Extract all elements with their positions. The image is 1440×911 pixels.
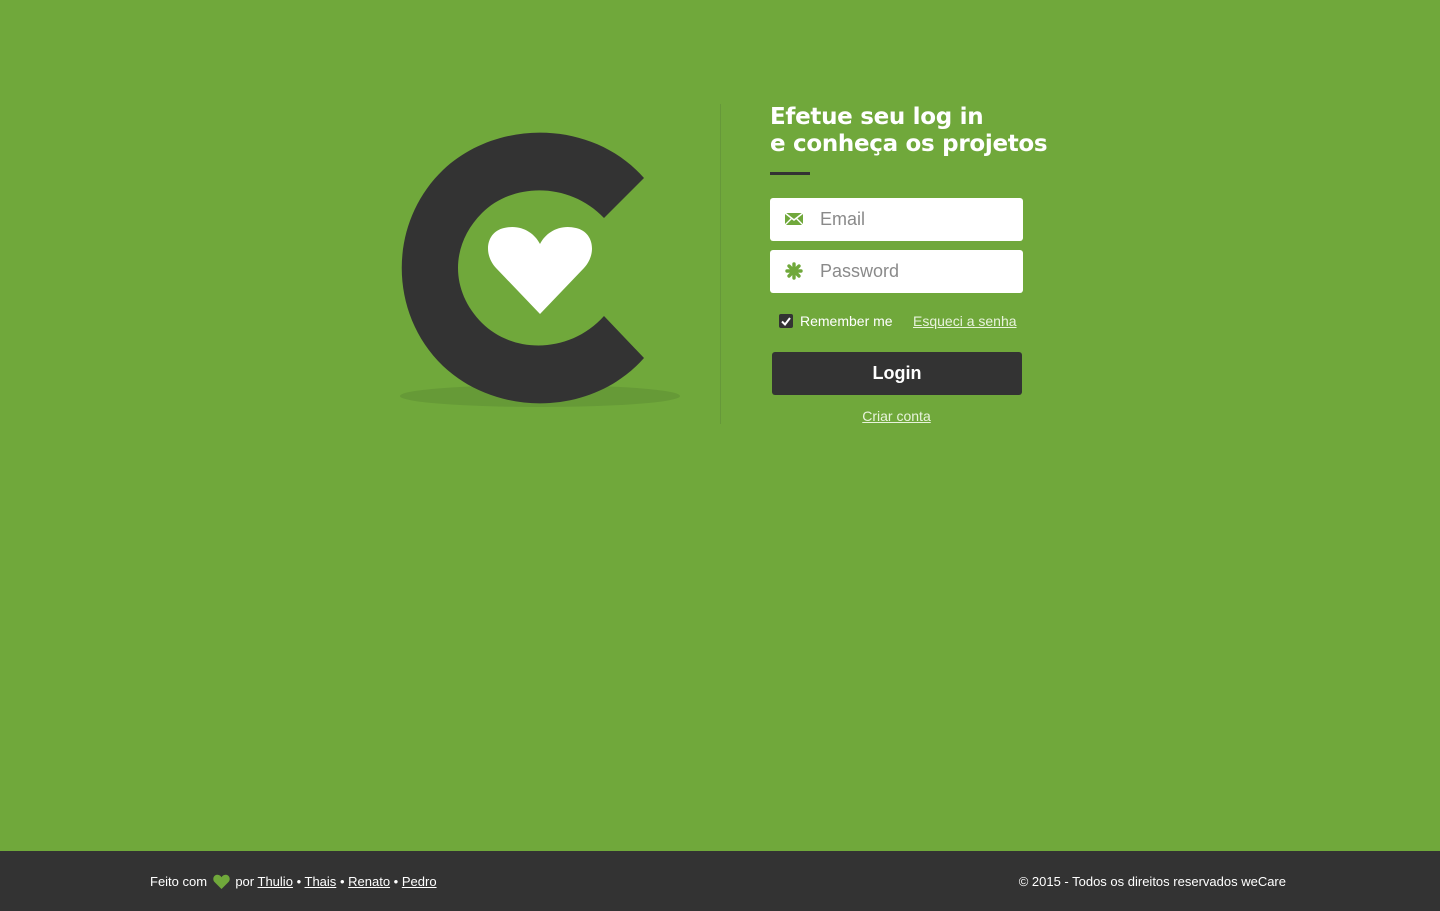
footer-separator: • — [296, 874, 302, 889]
author-link[interactable]: Thulio — [258, 874, 293, 889]
footer-by: por — [235, 874, 255, 889]
login-form: Efetue seu log in e conheça os projetos — [770, 104, 1048, 424]
envelope-icon — [784, 212, 804, 226]
footer-credits: Feito com por Thulio • Thais • Renato • … — [150, 874, 437, 889]
create-account-link[interactable]: Criar conta — [770, 408, 1023, 424]
login-heading: Efetue seu log in e conheça os projetos — [770, 104, 1048, 158]
login-button[interactable]: Login — [772, 352, 1022, 395]
password-input[interactable] — [820, 250, 1015, 293]
logo-heart-shape — [488, 226, 592, 314]
wecare-logo-icon — [400, 132, 680, 407]
checkmark-icon — [781, 317, 791, 327]
author-link[interactable]: Renato — [348, 874, 390, 889]
password-field[interactable] — [770, 250, 1023, 293]
remember-checkbox[interactable] — [779, 314, 793, 328]
footer: Feito com por Thulio • Thais • Renato • … — [0, 851, 1440, 911]
vertical-divider — [720, 104, 721, 424]
footer-separator: • — [393, 874, 399, 889]
author-link[interactable]: Thais — [305, 874, 337, 889]
heart-icon — [213, 874, 230, 889]
footer-copyright: © 2015 - Todos os direitos reservados we… — [1018, 874, 1286, 889]
heading-underline — [770, 172, 810, 175]
email-field[interactable] — [770, 198, 1023, 241]
heading-line1-bold: log in — [912, 104, 984, 130]
forgot-password-link[interactable]: Esqueci a senha — [913, 313, 1017, 329]
heading-line2: e conheça os projetos — [770, 131, 1048, 157]
login-page: Efetue seu log in e conheça os projetos — [0, 0, 1440, 911]
heading-line1-prefix: Efetue seu — [770, 104, 913, 130]
footer-separator: • — [339, 874, 345, 889]
email-input[interactable] — [820, 198, 1015, 241]
asterisk-icon — [785, 262, 803, 280]
footer-made-with: Feito com — [150, 874, 208, 889]
remember-label[interactable]: Remember me — [800, 313, 893, 329]
login-options: Remember me Esqueci a senha — [770, 311, 1023, 331]
author-link[interactable]: Pedro — [402, 874, 437, 889]
